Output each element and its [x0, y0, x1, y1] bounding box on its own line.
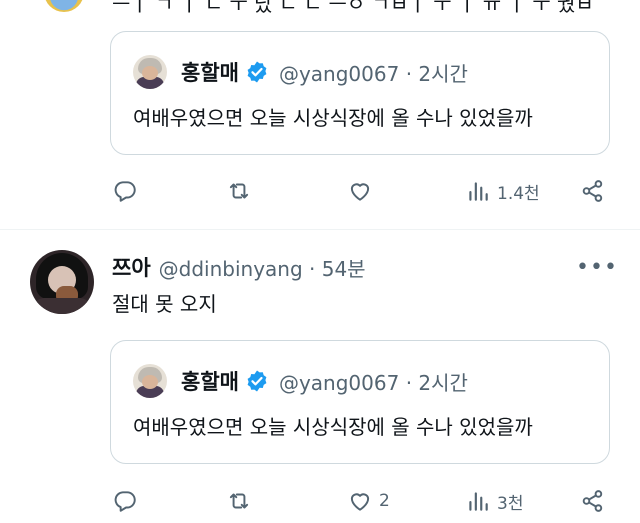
retweet-button[interactable]: [226, 176, 258, 206]
like-icon: [350, 183, 370, 201]
quoted-author-name: 홍할매: [181, 370, 239, 394]
share-button[interactable]: [580, 176, 606, 206]
tweet-divider: [0, 229, 640, 230]
quoted-author-handle-time: @yang0067 · 2시간: [278, 61, 468, 86]
previous-tweet-partial: ㅡㅣ ㄱ ㅣ ㄴ ㅜ 났 ㄴ ㄴ ㅡㅇ ㄱㅂㅣ ㅜ ㅣ ㅠ ㅣ ㅜ 궜ㅂ: [0, 0, 640, 14]
reply-icon: [114, 491, 136, 512]
views-button[interactable]: 1.4천: [465, 176, 540, 206]
quoted-tweet-header: 홍할매 @yang0067 · 2시간: [133, 363, 468, 399]
views-button[interactable]: 3천: [465, 486, 523, 516]
quoted-author-avatar: [133, 364, 167, 398]
quoted-tweet-text: 여배우였으면 오늘 시상식장에 올 수나 있었을까: [133, 106, 533, 130]
share-icon: [582, 180, 603, 202]
more-icon[interactable]: •••: [576, 254, 617, 280]
reply-icon: [114, 181, 136, 202]
quoted-author-avatar: [133, 55, 167, 89]
retweet-icon: [229, 493, 249, 509]
quoted-tweet-card[interactable]: 홍할매 @yang0067 · 2시간 여배우였으면 오늘 시상식장에 올 수나…: [110, 340, 610, 464]
reply-button[interactable]: [112, 176, 144, 206]
like-count: 2: [379, 491, 390, 511]
share-icon: [582, 490, 603, 512]
like-button[interactable]: 2: [347, 486, 390, 516]
quoted-tweet-text: 여배우였으면 오늘 시상식장에 올 수나 있었을까: [133, 415, 533, 439]
like-button[interactable]: [347, 176, 379, 206]
retweet-button[interactable]: [226, 486, 258, 516]
tweet-actions-bar: 2 3천: [110, 486, 610, 516]
tweet-actions-bar: 1.4천: [110, 176, 610, 206]
quoted-tweet-card[interactable]: 홍할매 @yang0067 · 2시간 여배우였으면 오늘 시상식장에 올 수나…: [110, 31, 610, 155]
quoted-tweet-header: 홍할매 @yang0067 · 2시간: [133, 54, 468, 90]
previous-tweet-text: ㅡㅣ ㄱ ㅣ ㄴ ㅜ 났 ㄴ ㄴ ㅡㅇ ㄱㅂㅣ ㅜ ㅣ ㅠ ㅣ ㅜ 궜ㅂ: [112, 0, 594, 14]
views-icon: [469, 492, 488, 511]
quoted-author-handle-time: @yang0067 · 2시간: [278, 370, 468, 395]
retweet-icon: [229, 183, 249, 199]
reply-author-name[interactable]: 쯔아: [112, 252, 151, 282]
previous-tweet-avatar[interactable]: [44, 0, 84, 12]
reply-author-avatar[interactable]: [30, 250, 94, 314]
like-icon: [350, 493, 370, 511]
verified-icon: [247, 370, 267, 392]
verified-icon: [247, 61, 267, 83]
reply-tweet-text: 절대 못 오지: [112, 292, 217, 316]
view-count: 3천: [497, 493, 524, 514]
views-icon: [469, 182, 488, 201]
share-button[interactable]: [580, 486, 606, 516]
reply-button[interactable]: [112, 486, 144, 516]
reply-author-handle-time: @ddinbinyang · 54분: [158, 256, 366, 281]
reply-tweet-header: 쯔아 @ddinbinyang · 54분: [112, 252, 366, 282]
quoted-author-name: 홍할매: [181, 61, 239, 85]
